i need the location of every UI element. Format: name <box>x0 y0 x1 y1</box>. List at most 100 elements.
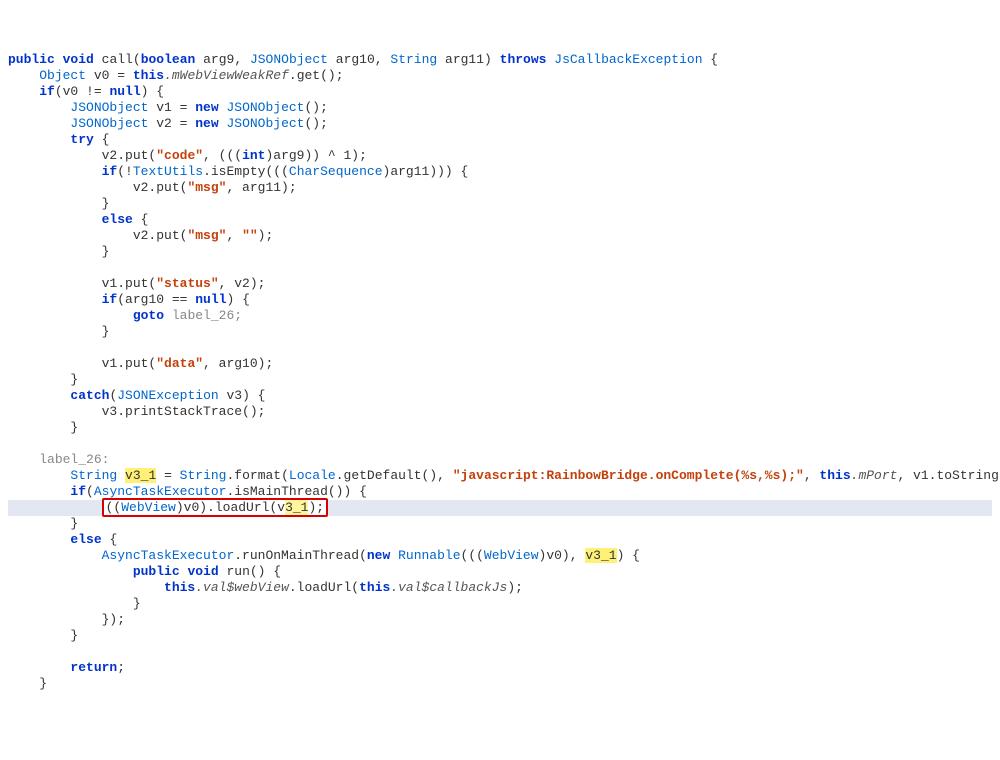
code-line: } <box>8 244 109 259</box>
text: ); <box>258 228 274 243</box>
code-line: } <box>8 420 78 435</box>
text: v2 = <box>148 116 195 131</box>
code-line: v1.put("data", arg10); <box>8 356 273 371</box>
string-literal: "status" <box>156 276 218 291</box>
text: )arg11))) { <box>383 164 469 179</box>
text: , v2); <box>219 276 266 291</box>
string-literal: "msg" <box>187 180 226 195</box>
keyword-if: if <box>102 292 118 307</box>
text: ) { <box>226 292 249 307</box>
field: .val$webView <box>195 580 289 595</box>
field: .val$callbackJs <box>390 580 507 595</box>
code-line: } <box>8 196 109 211</box>
text: (( <box>106 500 122 515</box>
code-line: public void call(boolean arg9, JSONObjec… <box>8 52 718 67</box>
type-json: JSONObject <box>70 116 148 131</box>
code-line: JSONObject v1 = new JSONObject(); <box>8 100 328 115</box>
text: v3.printStackTrace(); <box>102 404 266 419</box>
keyword-this: this <box>359 580 390 595</box>
text: , arg10); <box>203 356 273 371</box>
text: v1.put( <box>102 276 157 291</box>
text: (); <box>304 100 327 115</box>
code-line: String v3_1 = String.format(Locale.getDe… <box>8 468 1000 483</box>
keyword-if: if <box>39 84 55 99</box>
code-line: } <box>8 676 47 691</box>
type-jsonex: JSONException <box>117 388 218 403</box>
type-exception: JsCallbackException <box>554 52 702 67</box>
keyword-else: else <box>102 212 133 227</box>
type-asynctask: AsyncTaskExecutor <box>102 548 235 563</box>
text: ) { <box>617 548 640 563</box>
text: .isEmpty((( <box>203 164 289 179</box>
text: )v0), <box>539 548 586 563</box>
code-line: AsyncTaskExecutor.runOnMainThread(new Ru… <box>8 548 640 563</box>
keyword-throws: throws <box>500 52 547 67</box>
code-line: JSONObject v2 = new JSONObject(); <box>8 116 328 131</box>
arg: arg9 <box>203 52 234 67</box>
brace: } <box>102 196 110 211</box>
brace: } <box>70 420 78 435</box>
code-line: else { <box>8 212 148 227</box>
type-string: String <box>390 52 437 67</box>
type-json: JSONObject <box>70 100 148 115</box>
text: v2.put( <box>102 148 157 163</box>
code-line: v3.printStackTrace(); <box>8 404 265 419</box>
type-asynctask: AsyncTaskExecutor <box>94 484 227 499</box>
label-ref: label_26; <box>164 308 242 323</box>
text: .format( <box>226 468 288 483</box>
brace: } <box>70 628 78 643</box>
text: ((( <box>461 548 484 563</box>
keyword-int: int <box>242 148 265 163</box>
code-block: public void call(boolean arg9, JSONObjec… <box>8 52 992 692</box>
code-line: catch(JSONException v3) { <box>8 388 265 403</box>
string-literal: "javascript:RainbowBridge.onComplete(%s,… <box>453 468 804 483</box>
code-line: } <box>8 516 78 531</box>
brace: { <box>703 52 719 67</box>
keyword-else: else <box>70 532 101 547</box>
code-line: goto label_26; <box>8 308 242 323</box>
keyword-this: this <box>819 468 850 483</box>
keyword-if: if <box>102 164 118 179</box>
text: )arg9)) ^ 1); <box>265 148 366 163</box>
keyword-boolean: boolean <box>141 52 196 67</box>
text: v3) { <box>219 388 266 403</box>
text: { <box>94 132 110 147</box>
keyword-this: this <box>164 580 195 595</box>
text: .loadUrl( <box>289 580 359 595</box>
code-line: return; <box>8 660 125 675</box>
brace: } <box>70 372 78 387</box>
keyword-return: return <box>70 660 117 675</box>
type-runnable: Runnable <box>398 548 460 563</box>
selection-box: ((WebView)v0).loadUrl(v3_1); <box>102 498 328 517</box>
code-line: if(arg10 == null) { <box>8 292 250 307</box>
highlighted-var: v3_1 <box>585 548 616 563</box>
type-string: String <box>180 468 227 483</box>
text: , ((( <box>203 148 242 163</box>
keyword-void: void <box>187 564 218 579</box>
keyword-new: new <box>195 100 218 115</box>
code-line-highlighted[interactable]: ((WebView)v0).loadUrl(v3_1); <box>8 500 992 516</box>
text: v1 = <box>148 100 195 115</box>
field: .mPort <box>851 468 898 483</box>
text: .getDefault(), <box>336 468 453 483</box>
text: = <box>156 468 179 483</box>
text: run() { <box>219 564 281 579</box>
text: ( <box>86 484 94 499</box>
keyword-public: public <box>8 52 55 67</box>
code-line: this.val$webView.loadUrl(this.val$callba… <box>8 580 523 595</box>
brace: } <box>70 516 78 531</box>
code-line: public void run() { <box>8 564 281 579</box>
text: { <box>133 212 149 227</box>
code-line: }); <box>8 612 125 627</box>
text: .get(); <box>289 68 344 83</box>
keyword-try: try <box>70 132 93 147</box>
type-string: String <box>70 468 117 483</box>
label: label_26: <box>39 452 109 467</box>
text: ; <box>117 660 125 675</box>
type-charseq: CharSequence <box>289 164 383 179</box>
text: , <box>804 468 820 483</box>
code-line: } <box>8 596 141 611</box>
type-webview: WebView <box>121 500 176 515</box>
text: ); <box>308 500 324 515</box>
code-line: } <box>8 372 78 387</box>
